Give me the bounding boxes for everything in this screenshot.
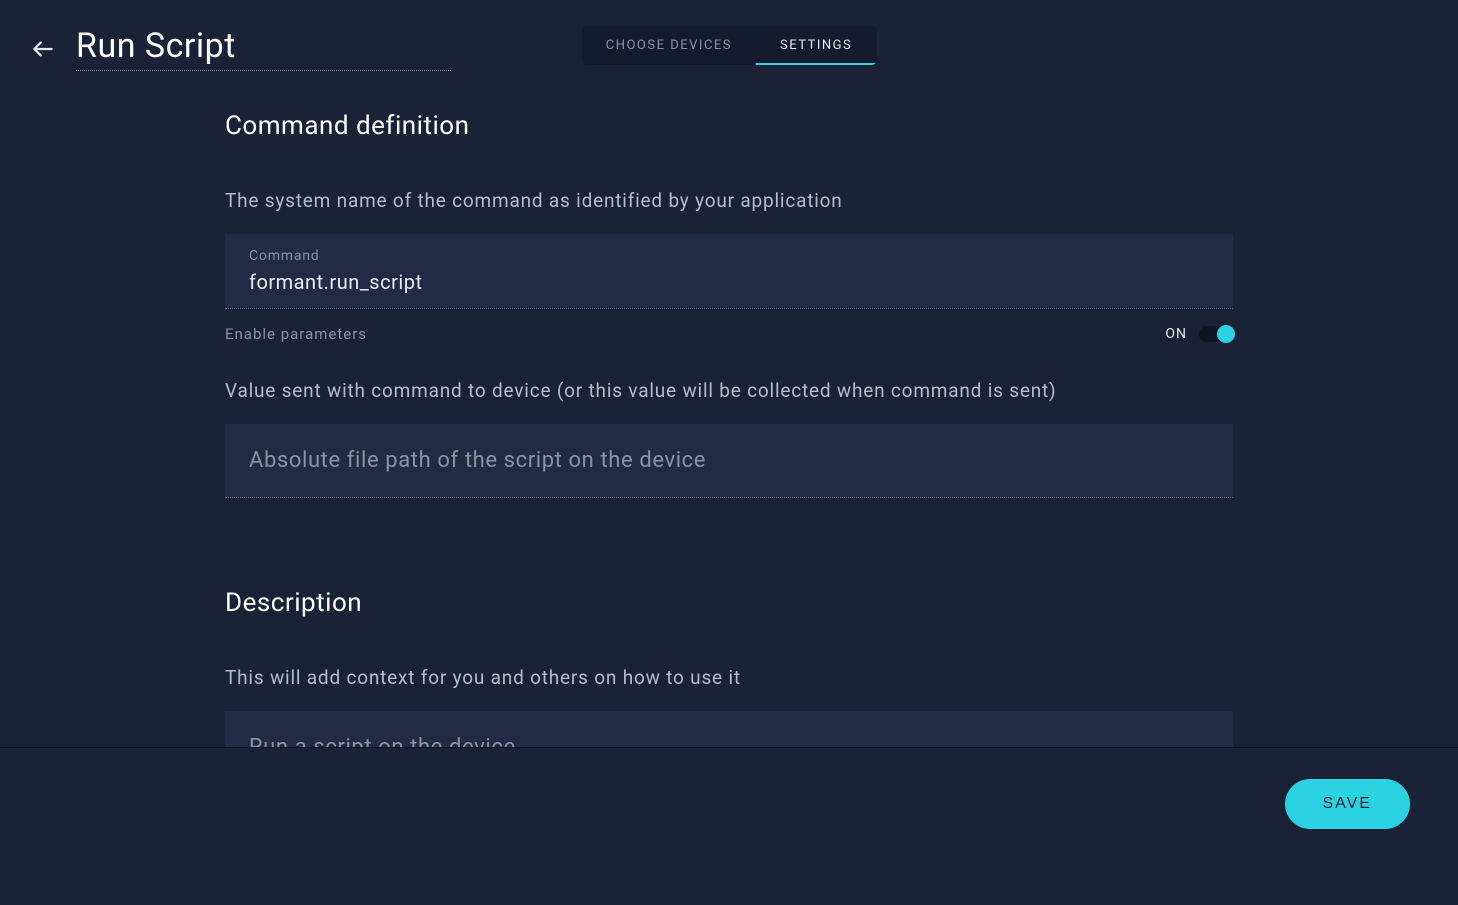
value-subtitle: Value sent with command to device (or th… <box>225 379 1233 402</box>
command-definition-subtitle: The system name of the command as identi… <box>225 189 1233 212</box>
description-subtitle: This will add context for you and others… <box>225 666 1233 689</box>
command-input-label: Command <box>249 248 1209 264</box>
enable-parameters-control: ON <box>1165 326 1233 342</box>
enable-parameters-state: ON <box>1165 326 1187 342</box>
tab-settings[interactable]: SETTINGS <box>756 26 876 65</box>
command-input-container[interactable]: Command <box>225 234 1233 309</box>
enable-parameters-row: Enable parameters ON <box>225 325 1233 343</box>
save-button[interactable]: SAVE <box>1285 779 1411 829</box>
back-button[interactable] <box>30 36 56 62</box>
value-input[interactable] <box>249 448 1209 473</box>
section-title-command-definition: Command definition <box>225 111 1233 141</box>
command-input[interactable] <box>249 270 1209 294</box>
section-title-description: Description <box>225 588 1233 618</box>
enable-parameters-toggle[interactable] <box>1199 326 1233 342</box>
back-arrow-icon <box>30 36 56 62</box>
tab-choose-devices[interactable]: CHOOSE DEVICES <box>582 26 756 65</box>
toggle-knob-icon <box>1217 325 1235 343</box>
header: Run Script CHOOSE DEVICES SETTINGS <box>0 0 1458 81</box>
tab-bar: CHOOSE DEVICES SETTINGS <box>582 26 877 65</box>
value-input-container[interactable] <box>225 424 1233 498</box>
enable-parameters-label: Enable parameters <box>225 325 367 343</box>
page-title[interactable]: Run Script <box>76 26 451 71</box>
footer-bar: SAVE <box>0 747 1458 859</box>
